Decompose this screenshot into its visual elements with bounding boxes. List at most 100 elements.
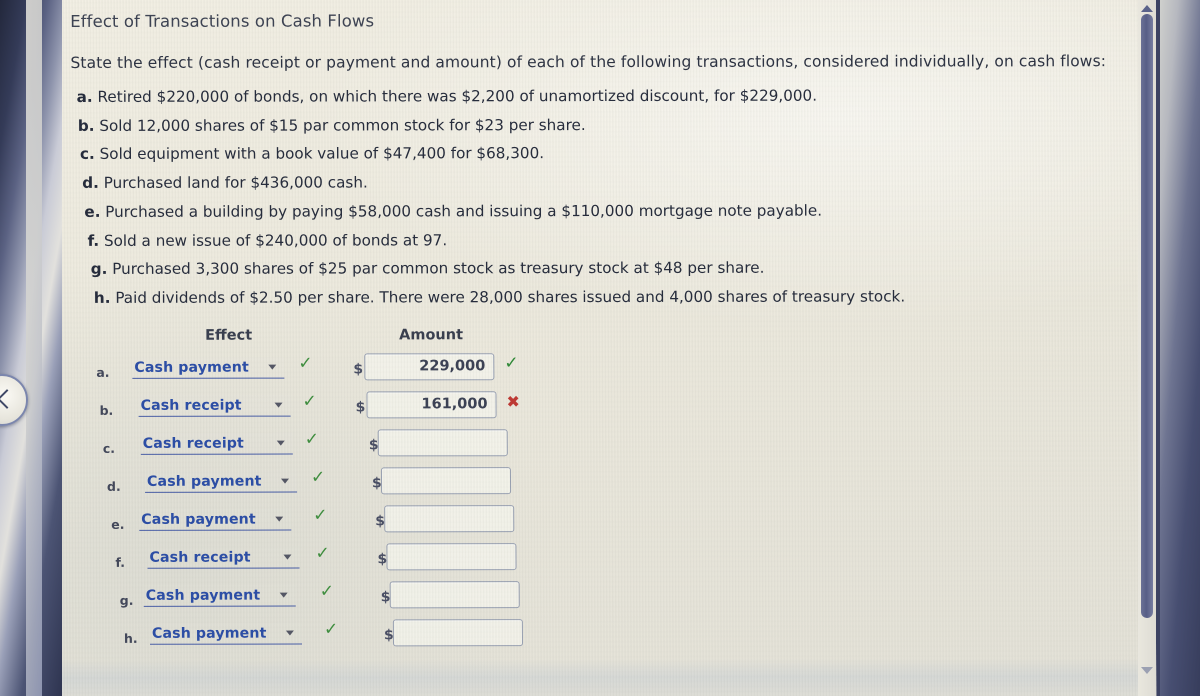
- effect-correct-icon: ✓: [319, 581, 334, 602]
- effect-select-c[interactable]: Cash receipt: [140, 432, 293, 455]
- row-letter: d.: [106, 478, 121, 494]
- effect-select-value: Cash payment: [145, 587, 261, 604]
- transaction-letter: f.: [87, 231, 100, 250]
- transaction-letter: b.: [77, 116, 95, 135]
- transaction-letter: c.: [79, 145, 95, 164]
- transaction-text: Sold a new issue of $240,000 of bonds at…: [103, 230, 448, 250]
- currency-symbol: $: [353, 361, 364, 378]
- effect-select-b[interactable]: Cash receipt: [138, 394, 291, 417]
- chevron-down-icon: [274, 402, 283, 408]
- transaction-text: Paid dividends of $2.50 per share. There…: [115, 287, 906, 307]
- chevron-down-icon: [276, 440, 285, 446]
- list-item: e. Purchased a building by paying $58,00…: [84, 201, 1111, 221]
- scroll-up-arrow-icon[interactable]: [1141, 5, 1153, 12]
- transaction-text: Purchased land for $436,000 cash.: [103, 173, 368, 193]
- row-letter: c.: [102, 440, 116, 456]
- effect-select-d[interactable]: Cash payment: [144, 470, 298, 493]
- effect-correct-icon: ✓: [323, 619, 339, 640]
- amount-input-d[interactable]: [380, 467, 512, 495]
- column-header-effect: Effect: [205, 327, 253, 344]
- list-item: b. Sold 12,000 shares of $15 par common …: [77, 115, 1111, 135]
- transaction-letter: e.: [84, 202, 101, 221]
- browser-page: Effect of Transactions on Cash Flows Sta…: [42, 0, 1157, 696]
- chevron-down-icon: [275, 516, 284, 522]
- effect-correct-icon: ✓: [304, 429, 320, 450]
- table-row: c. Cash receipt ✓ $: [73, 427, 593, 466]
- table-header-row: Effect Amount: [72, 325, 592, 352]
- row-letter: e.: [111, 516, 125, 532]
- back-chevron-icon: [0, 389, 17, 409]
- effect-correct-icon: ✓: [298, 353, 313, 374]
- table-row: e. Cash payment ✓ $: [73, 503, 593, 542]
- list-item: h. Paid dividends of $2.50 per share. Th…: [93, 287, 1112, 307]
- transaction-text: Purchased a building by paying $58,000 c…: [105, 201, 823, 221]
- answer-table: Effect Amount a. Cash payment ✓ $ 229,00…: [72, 325, 594, 656]
- effect-select-a[interactable]: Cash payment: [132, 356, 285, 379]
- table-row: b. Cash receipt ✓ $ 161,000 ✖: [72, 389, 592, 428]
- scroll-down-arrow-icon[interactable]: [1141, 667, 1153, 674]
- effect-select-value: Cash payment: [141, 511, 256, 528]
- row-letter: b.: [99, 402, 114, 418]
- list-item: c. Sold equipment with a book value of $…: [79, 144, 1111, 164]
- row-letter: f.: [115, 554, 126, 570]
- transaction-text: Purchased 3,300 shares of $25 par common…: [112, 258, 765, 279]
- effect-correct-icon: ✓: [310, 467, 326, 488]
- transaction-letter: d.: [82, 174, 99, 193]
- table-row: g. Cash payment ✓ $: [74, 579, 594, 618]
- transaction-text: Sold equipment with a book value of $47,…: [99, 144, 545, 164]
- amount-input-b[interactable]: 161,000: [366, 391, 497, 419]
- list-item: d. Purchased land for $436,000 cash.: [82, 173, 1111, 193]
- scrollbar-thumb[interactable]: [1141, 14, 1153, 618]
- chevron-down-icon: [279, 592, 288, 598]
- list-item: a. Retired $220,000 of bonds, on which t…: [76, 86, 1111, 106]
- transaction-letter: h.: [93, 288, 111, 307]
- amount-correct-icon: ✓: [504, 353, 519, 374]
- transaction-text: Sold 12,000 shares of $15 par common sto…: [99, 115, 586, 135]
- device-bezel-right: [1160, 0, 1200, 696]
- effect-correct-icon: ✓: [315, 543, 330, 564]
- amount-incorrect-icon: ✖: [506, 392, 520, 412]
- transaction-text: Retired $220,000 of bonds, on which ther…: [97, 86, 818, 106]
- row-letter: h.: [123, 630, 138, 646]
- table-row: d. Cash payment ✓ $: [73, 465, 593, 504]
- effect-select-value: Cash receipt: [142, 435, 244, 452]
- effect-select-h[interactable]: Cash payment: [149, 622, 303, 645]
- chevron-down-icon: [283, 554, 292, 560]
- column-header-amount: Amount: [399, 327, 464, 344]
- table-row: h. Cash payment ✓ $: [74, 617, 594, 656]
- instructions-text: State the effect (cash receipt or paymen…: [70, 52, 1107, 72]
- list-item: g. Purchased 3,300 shares of $25 par com…: [90, 258, 1112, 279]
- effect-correct-icon: ✓: [313, 505, 328, 526]
- device-bezel-left-highlight: [26, 0, 42, 696]
- chevron-down-icon: [285, 630, 294, 636]
- effect-select-f[interactable]: Cash receipt: [147, 546, 300, 569]
- chevron-down-icon: [280, 478, 290, 484]
- amount-input-h[interactable]: [392, 619, 524, 647]
- effect-select-value: Cash receipt: [149, 549, 251, 566]
- effect-select-value: Cash payment: [134, 359, 249, 376]
- table-row: f. Cash receipt ✓ $: [73, 541, 593, 580]
- row-letter: g.: [119, 592, 134, 608]
- amount-input-f[interactable]: [386, 543, 517, 571]
- transaction-letter: g.: [90, 260, 108, 279]
- list-item: f. Sold a new issue of $240,000 of bonds…: [87, 230, 1111, 250]
- effect-select-value: Cash payment: [146, 473, 262, 490]
- page-title: Effect of Transactions on Cash Flows: [70, 11, 375, 31]
- effect-select-e[interactable]: Cash payment: [139, 508, 292, 531]
- effect-select-g[interactable]: Cash payment: [143, 584, 296, 607]
- transaction-list: a. Retired $220,000 of bonds, on which t…: [71, 86, 1112, 319]
- row-letter: a.: [96, 364, 110, 380]
- amount-input-e[interactable]: [384, 505, 515, 533]
- effect-select-value: Cash receipt: [140, 397, 242, 414]
- screen-photo: Effect of Transactions on Cash Flows Sta…: [0, 0, 1200, 696]
- table-row: a. Cash payment ✓ $ 229,000 ✓: [72, 351, 592, 390]
- amount-input-c[interactable]: [377, 429, 508, 457]
- effect-correct-icon: ✓: [302, 391, 317, 412]
- page-bottom-shade: [46, 658, 1157, 696]
- vertical-scrollbar[interactable]: [1138, 0, 1156, 696]
- amount-input-a[interactable]: 229,000: [364, 353, 495, 381]
- currency-symbol: $: [355, 399, 366, 416]
- effect-select-value: Cash payment: [151, 625, 267, 642]
- transaction-letter: a.: [76, 87, 93, 106]
- amount-input-g[interactable]: [389, 581, 520, 609]
